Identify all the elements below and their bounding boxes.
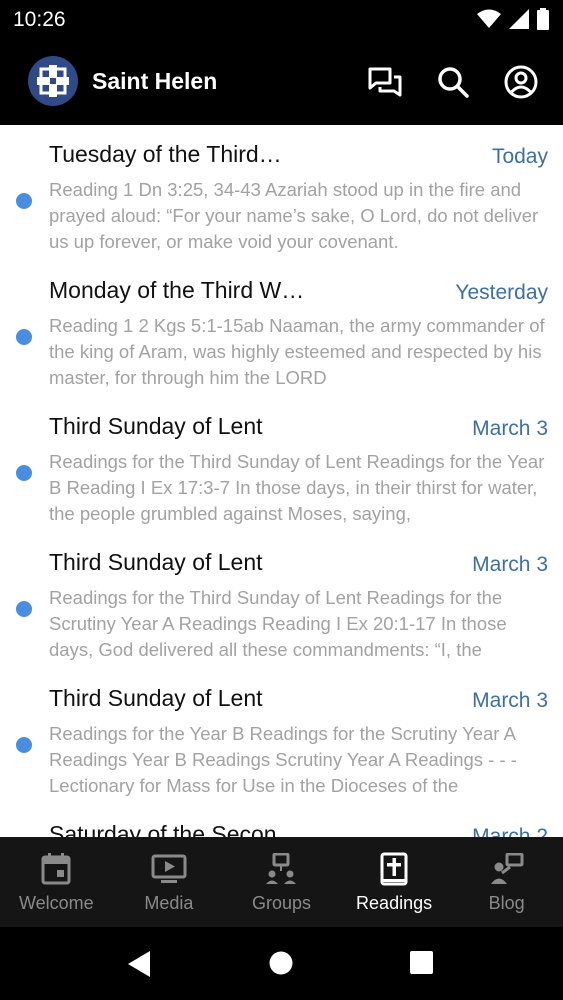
reading-title: Third Sunday of Lent xyxy=(49,413,263,439)
app-bar: Saint Helen xyxy=(0,40,563,125)
video-icon xyxy=(151,854,187,883)
reading-title: Third Sunday of Lent xyxy=(49,549,263,575)
list-item[interactable]: Saturday of the Secon March 2 xyxy=(0,805,563,837)
app-actions xyxy=(363,62,543,102)
reading-date: March 3 xyxy=(472,689,548,712)
nav-label: Blog xyxy=(488,893,525,913)
app-title: Saint Helen xyxy=(92,68,218,94)
nav-label: Welcome xyxy=(18,893,94,913)
list-item[interactable]: Third Sunday of Lent March 3 Readings fo… xyxy=(0,533,563,669)
back-icon[interactable] xyxy=(128,951,150,977)
unread-dot xyxy=(16,193,32,209)
nav-icon-wrap xyxy=(265,851,297,887)
reading-title: Third Sunday of Lent xyxy=(49,685,263,711)
reading-snippet: Readings for the Third Sunday of Lent Re… xyxy=(49,587,507,660)
nav-label: Readings xyxy=(356,893,433,913)
groups-icon xyxy=(266,853,297,884)
reading-title: Tuesday of the Third… xyxy=(49,141,282,167)
status-bar: 10:26 xyxy=(0,0,563,40)
readings-list[interactable]: Tuesday of the Third… Today Reading 1 Dn… xyxy=(0,125,563,837)
bible-icon xyxy=(380,852,408,886)
reading-title: Saturday of the Secon xyxy=(49,821,277,837)
reading-snippet: Readings for the Third Sunday of Lent Re… xyxy=(49,451,545,524)
reading-title: Monday of the Third W… xyxy=(49,277,305,303)
nav-label: Groups xyxy=(251,893,311,913)
unread-dot xyxy=(16,329,32,345)
search-button[interactable] xyxy=(431,62,475,102)
reading-date: March 2 xyxy=(472,825,548,837)
reading-snippet: Reading 1 Dn 3:25, 34-43 Azariah stood u… xyxy=(49,179,539,252)
chat-icon xyxy=(368,67,402,97)
reading-date: March 3 xyxy=(472,417,548,440)
nav-label: Media xyxy=(144,893,194,913)
list-item[interactable]: Monday of the Third W… Yesterday Reading… xyxy=(0,261,563,397)
nav-icon-wrap xyxy=(490,851,524,887)
status-icons xyxy=(477,8,549,30)
bottom-nav: Welcome Media Groups Readings Blog xyxy=(0,837,563,927)
parish-logo-icon xyxy=(37,65,69,97)
status-time: 10:26 xyxy=(13,8,66,31)
system-nav-bar xyxy=(0,927,563,1000)
parish-logo xyxy=(28,56,78,106)
nav-welcome[interactable]: Welcome xyxy=(0,837,113,927)
reading-date: Today xyxy=(491,145,548,168)
home-icon[interactable] xyxy=(269,951,293,975)
nav-icon-wrap xyxy=(41,851,71,887)
list-item[interactable]: Tuesday of the Third… Today Reading 1 Dn… xyxy=(0,125,563,261)
search-icon xyxy=(438,67,469,98)
nav-groups[interactable]: Groups xyxy=(225,837,338,927)
unread-dot xyxy=(16,737,32,753)
reading-date: March 3 xyxy=(472,553,548,576)
blog-icon xyxy=(490,853,524,884)
unread-dot xyxy=(16,465,32,481)
account-icon xyxy=(504,65,538,99)
nav-icon-wrap xyxy=(380,851,408,887)
reading-snippet: Reading 1 2 Kgs 5:1-15ab Naaman, the arm… xyxy=(49,315,545,388)
nav-blog[interactable]: Blog xyxy=(450,837,563,927)
nav-readings[interactable]: Readings xyxy=(338,837,451,927)
nav-icon-wrap xyxy=(151,851,187,887)
account-button[interactable] xyxy=(499,62,543,102)
unread-dot xyxy=(16,601,32,617)
signal-icon xyxy=(509,9,529,29)
reading-date: Yesterday xyxy=(455,281,548,304)
nav-media[interactable]: Media xyxy=(113,837,226,927)
list-item[interactable]: Third Sunday of Lent March 3 Readings fo… xyxy=(0,397,563,533)
recents-icon[interactable] xyxy=(410,951,433,974)
reading-snippet: Readings for the Year B Readings for the… xyxy=(49,723,517,796)
list-item[interactable]: Third Sunday of Lent March 3 Readings fo… xyxy=(0,669,563,805)
wifi-icon xyxy=(477,9,501,28)
chat-button[interactable] xyxy=(363,62,407,102)
battery-icon xyxy=(537,8,549,30)
calendar-icon xyxy=(41,853,71,885)
